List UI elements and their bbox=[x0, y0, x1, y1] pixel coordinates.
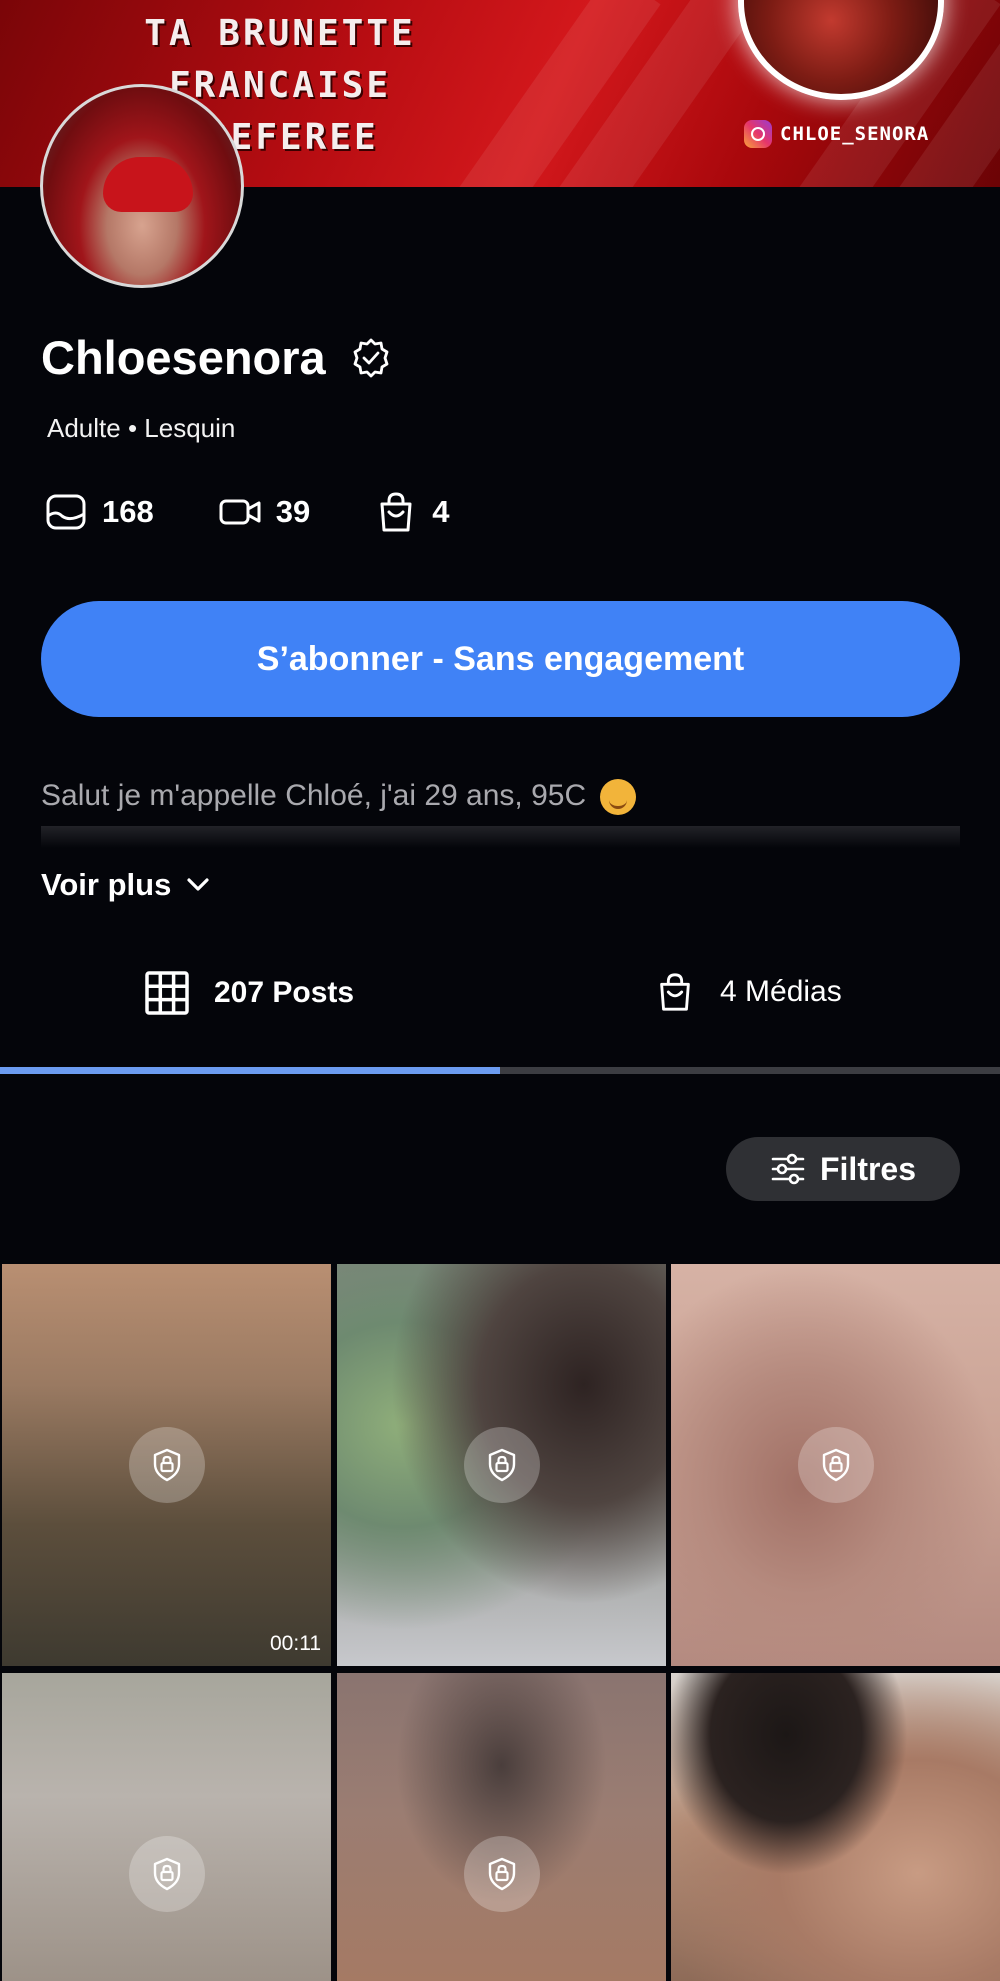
lock-icon bbox=[463, 1427, 540, 1503]
profile-meta: Adulte • Lesquin bbox=[47, 413, 236, 443]
grid-icon bbox=[145, 971, 189, 1015]
tab-media[interactable]: 4 Médias bbox=[654, 970, 842, 1014]
lock-icon bbox=[128, 1427, 205, 1503]
instagram-handle-text: CHLOE_SENORA bbox=[780, 123, 930, 145]
video-icon bbox=[219, 499, 261, 525]
media-tile[interactable] bbox=[337, 1673, 666, 1981]
tab-indicator-track bbox=[0, 1067, 1000, 1074]
media-tile[interactable] bbox=[337, 1264, 666, 1666]
smiling-face-icon bbox=[600, 779, 637, 816]
stat-photos-count: 168 bbox=[102, 494, 154, 529]
profile-bio-text: Salut je m'appelle Chloé, j'ai 29 ans, 9… bbox=[41, 779, 587, 812]
filters-button[interactable]: Filtres bbox=[726, 1137, 960, 1201]
tab-posts-label: 207 Posts bbox=[214, 976, 355, 1009]
stat-products: 4 bbox=[374, 490, 449, 534]
see-more-label: Voir plus bbox=[41, 867, 172, 902]
chevron-down-icon bbox=[187, 878, 209, 891]
tab-posts[interactable]: 207 Posts bbox=[144, 970, 354, 1016]
lock-icon bbox=[128, 1836, 205, 1912]
lock-icon bbox=[463, 1836, 540, 1912]
stat-photos: 168 bbox=[44, 490, 154, 534]
verified-badge-icon bbox=[353, 338, 389, 377]
stat-videos-count: 39 bbox=[275, 494, 311, 529]
media-tile[interactable]: 00:11 bbox=[2, 1264, 331, 1666]
shopping-bag-icon bbox=[660, 973, 690, 1011]
profile-name-row: Chloesenora bbox=[41, 330, 392, 385]
media-tile[interactable] bbox=[671, 1264, 1000, 1666]
tab-active-indicator bbox=[0, 1067, 500, 1074]
filters-label: Filtres bbox=[819, 1150, 917, 1187]
profile-name: Chloesenora bbox=[41, 331, 326, 384]
profile-stats: 168 39 4 bbox=[44, 490, 513, 534]
stat-videos: 39 bbox=[218, 490, 310, 534]
video-duration: 00:11 bbox=[270, 1632, 321, 1655]
stat-products-count: 4 bbox=[432, 494, 450, 529]
sliders-icon bbox=[771, 1153, 805, 1185]
tab-media-label: 4 Médias bbox=[720, 975, 842, 1008]
instagram-icon bbox=[744, 120, 772, 148]
media-tile[interactable] bbox=[671, 1673, 1000, 1981]
instagram-handle: CHLOE_SENORA bbox=[744, 120, 929, 148]
see-more-link[interactable]: Voir plus bbox=[41, 867, 211, 903]
profile-bio: Salut je m'appelle Chloé, j'ai 29 ans, 9… bbox=[41, 779, 637, 816]
subscribe-button[interactable]: S’abonner - Sans engagement bbox=[41, 601, 960, 717]
photo-icon bbox=[46, 494, 86, 530]
media-tile[interactable] bbox=[2, 1673, 331, 1981]
bio-fade bbox=[41, 826, 960, 848]
avatar[interactable] bbox=[40, 84, 244, 288]
shopping-bag-icon bbox=[380, 492, 412, 532]
lock-icon bbox=[797, 1427, 874, 1503]
